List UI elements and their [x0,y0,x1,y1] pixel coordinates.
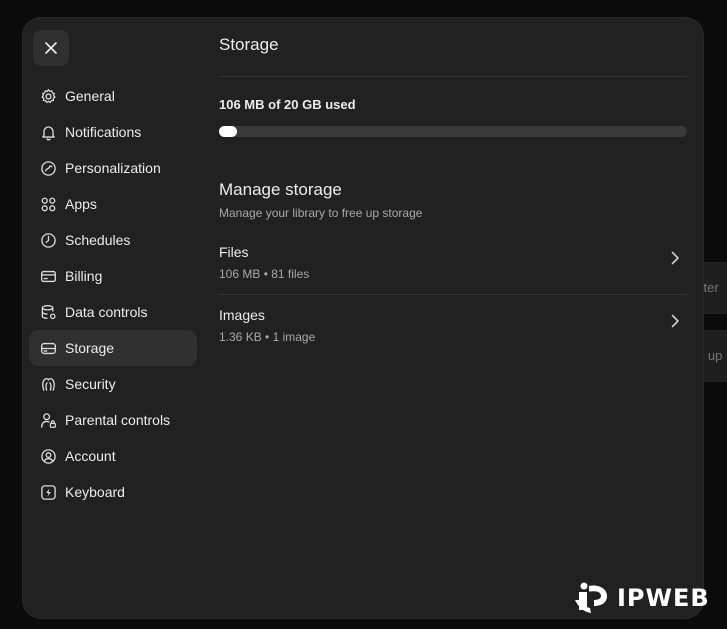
title-divider [219,76,687,77]
sidebar-item-schedules[interactable]: Schedules [29,222,197,258]
storage-usage-label: 106 MB of 20 GB used [219,97,356,112]
sidebar-item-apps[interactable]: Apps [29,186,197,222]
sidebar-item-parental-controls[interactable]: Parental controls [29,402,197,438]
ipweb-logo-icon [575,582,607,613]
settings-modal: General Notifications Personalization Ap… [23,18,703,618]
sidebar-item-label: Apps [65,196,97,212]
sidebar-item-label: General [65,88,115,104]
gear-icon [39,87,57,105]
storage-row-files[interactable]: Files 106 MB • 81 files [219,236,687,292]
sidebar-item-security[interactable]: Security [29,366,197,402]
sidebar-item-personalization[interactable]: Personalization [29,150,197,186]
sidebar-item-label: Storage [65,340,115,356]
storage-usage-bar [219,126,687,137]
sidebar-item-label: Account [65,448,116,464]
sidebar-item-label: Security [65,376,116,392]
sidebar-item-label: Schedules [65,232,131,248]
row-meta: 106 MB • 81 files [219,267,310,281]
row-title: Images [219,307,265,323]
close-button[interactable] [33,30,69,66]
row-divider [219,294,687,295]
manage-storage-subtitle: Manage your library to free up storage [219,206,423,220]
sidebar-item-billing[interactable]: Billing [29,258,197,294]
watermark-text: IPWEB [617,584,710,612]
row-title: Files [219,244,249,260]
sidebar-item-keyboard[interactable]: Keyboard [29,474,197,510]
sidebar-item-label: Data controls [65,304,148,320]
storage-row-images[interactable]: Images 1.36 KB • 1 image [219,299,687,355]
settings-sidebar: General Notifications Personalization Ap… [29,78,197,510]
row-meta: 1.36 KB • 1 image [219,330,316,344]
close-icon [45,42,57,54]
watermark-logo: IPWEB [573,580,710,616]
credit-card-icon [39,267,57,285]
sidebar-item-label: Notifications [65,124,142,140]
apps-grid-icon [39,195,57,213]
chevron-right-icon [671,314,679,328]
storage-drive-icon [39,339,57,357]
sidebar-item-data-controls[interactable]: Data controls [29,294,197,330]
sidebar-item-label: Personalization [65,160,161,176]
sidebar-item-general[interactable]: General [29,78,197,114]
sidebar-item-account[interactable]: Account [29,438,197,474]
keyboard-bolt-icon [39,483,57,501]
database-gear-icon [39,303,57,321]
user-circle-icon [39,447,57,465]
sidebar-item-label: Billing [65,268,103,284]
sidebar-item-label: Parental controls [65,412,171,428]
personalization-icon [39,159,57,177]
bell-icon [39,123,57,141]
manage-storage-heading: Manage storage [219,180,342,199]
storage-usage-fill [219,126,237,137]
sidebar-item-storage[interactable]: Storage [29,330,197,366]
sidebar-item-label: Keyboard [65,484,125,500]
chevron-right-icon [671,251,679,265]
clock-icon [39,231,57,249]
security-icon [39,375,57,393]
parental-lock-icon [39,411,57,429]
page-title: Storage [219,35,279,54]
sidebar-item-notifications[interactable]: Notifications [29,114,197,150]
